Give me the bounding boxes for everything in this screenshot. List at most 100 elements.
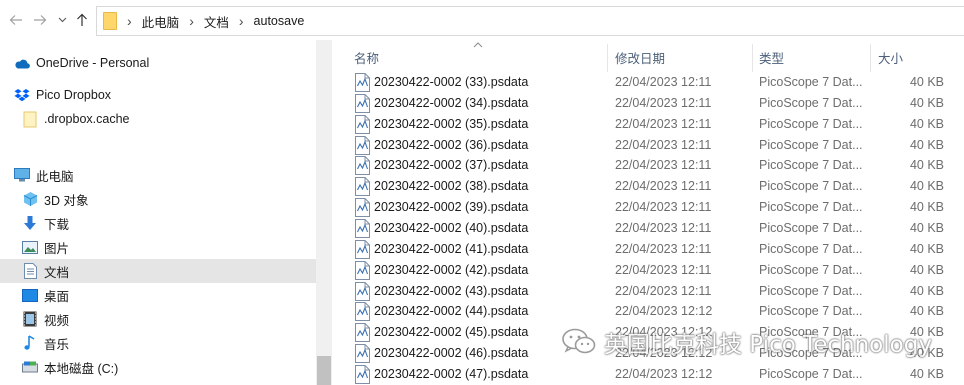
watermark-text: 英国比克科技 Pico Technology <box>604 332 932 358</box>
column-header-name[interactable]: 名称 <box>354 40 606 74</box>
file-type: PicoScope 7 Dat... <box>759 75 863 89</box>
nav-item-this-pc[interactable]: 此电脑 <box>14 163 314 187</box>
table-row[interactable]: 20230422-0002 (35).psdata 22/04/2023 12:1… <box>332 114 964 135</box>
nav-item-local-disk-c[interactable]: 本地磁盘 (C:) <box>22 355 314 379</box>
modified-date: 22/04/2023 12:11 <box>615 220 712 235</box>
table-row[interactable]: 20230422-0002 (47).psdata 22/04/2023 12:1… <box>332 364 964 385</box>
file-type: PicoScope 7 Dat... <box>759 200 863 215</box>
nav-item-desktop[interactable]: 桌面 <box>22 283 314 307</box>
modified-date: 22/04/2023 12:12 <box>615 366 713 381</box>
recent-locations-button[interactable] <box>56 10 68 30</box>
psdata-file-icon <box>355 156 370 176</box>
file-name: 20230422-0002 (38).psdata <box>374 179 529 194</box>
file-name: 20230422-0002 (44).psdata <box>374 304 529 319</box>
folder-icon <box>22 111 38 127</box>
column-header-type[interactable]: 类型 <box>759 40 869 74</box>
table-row[interactable]: 20230422-0002 (33).psdata 22/04/2023 12:1… <box>332 72 964 93</box>
nav-item-documents[interactable]: 文档 <box>0 259 316 283</box>
file-type: PicoScope 7 Dat... <box>759 116 863 131</box>
back-button[interactable] <box>8 10 24 30</box>
table-row[interactable]: 20230422-0002 (37).psdata 22/04/2023 12:1… <box>332 155 964 176</box>
modified-date: 22/04/2023 12:11 <box>615 137 712 152</box>
breadcrumb-this-pc[interactable]: 此电脑 <box>142 12 180 31</box>
nav-item-label: .dropbox.cache <box>44 112 130 126</box>
file-size: 40 KB <box>909 220 944 235</box>
breadcrumb-separator: › <box>127 13 132 29</box>
table-row[interactable]: 20230422-0002 (34).psdata 22/04/2023 12:1… <box>332 93 964 114</box>
nav-item-3d-objects[interactable]: 3D 对象 <box>22 187 314 211</box>
nav-item-label: 桌面 <box>44 289 70 304</box>
file-name: 20230422-0002 (33).psdata <box>374 75 529 89</box>
modified-date: 22/04/2023 12:11 <box>615 116 712 131</box>
file-size: 40 KB <box>909 366 944 381</box>
nav-item-downloads[interactable]: 下载 <box>22 211 314 235</box>
chevron-down-icon <box>58 17 66 23</box>
nav-item-onedrive[interactable]: OneDrive - Personal <box>14 51 314 75</box>
table-row[interactable]: 20230422-0002 (36).psdata 22/04/2023 12:1… <box>332 135 964 156</box>
nav-item-pictures[interactable]: 图片 <box>22 235 314 259</box>
psdata-file-icon <box>355 177 370 197</box>
modified-date: 22/04/2023 12:11 <box>615 179 712 194</box>
breadcrumb-autosave[interactable]: autosave <box>254 14 305 28</box>
column-header-size[interactable]: 大小 <box>878 40 958 74</box>
breadcrumb-documents[interactable]: 文档 <box>204 12 229 31</box>
column-header-label: 修改日期 <box>615 51 666 66</box>
address-bar: › 此电脑 › 文档 › autosave <box>0 0 964 40</box>
psdata-file-icon <box>355 93 370 113</box>
up-button[interactable] <box>74 10 90 30</box>
nav-item-pico-dropbox[interactable]: Pico Dropbox <box>14 83 314 107</box>
file-name: 20230422-0002 (37).psdata <box>374 158 529 173</box>
file-type: PicoScope 7 Dat... <box>759 262 863 277</box>
file-name: 20230422-0002 (40).psdata <box>374 220 529 235</box>
forward-button[interactable] <box>32 10 48 30</box>
documents-icon <box>22 263 38 279</box>
psdata-file-icon <box>355 323 370 343</box>
downloads-icon <box>22 215 38 231</box>
nav-item-label: 音乐 <box>44 337 70 352</box>
column-header-date[interactable]: 修改日期 <box>615 40 750 74</box>
arrow-right-icon <box>34 15 47 25</box>
file-size: 40 KB <box>909 137 944 152</box>
file-name: 20230422-0002 (34).psdata <box>374 95 529 110</box>
table-row[interactable]: 20230422-0002 (40).psdata 22/04/2023 12:1… <box>332 218 964 239</box>
nav-pane-scrollbar[interactable] <box>316 40 332 385</box>
navigation-pane: OneDrive - Personal Pico Dropbox .dropbo… <box>0 40 332 385</box>
column-divider[interactable] <box>752 44 753 72</box>
file-name: 20230422-0002 (35).psdata <box>374 116 529 131</box>
psdata-file-icon <box>355 302 370 322</box>
arrow-up-icon <box>77 13 87 26</box>
file-name: 20230422-0002 (39).psdata <box>374 200 529 215</box>
table-row[interactable]: 20230422-0002 (44).psdata 22/04/2023 12:1… <box>332 301 964 322</box>
folder-icon <box>103 12 117 30</box>
column-divider[interactable] <box>607 44 608 72</box>
watermark: 英国比克科技 Pico Technology <box>562 324 932 360</box>
column-divider[interactable] <box>870 44 871 72</box>
table-row[interactable]: 20230422-0002 (42).psdata 22/04/2023 12:1… <box>332 260 964 281</box>
file-name: 20230422-0002 (42).psdata <box>374 262 529 277</box>
nav-item-music[interactable]: 音乐 <box>22 331 314 355</box>
videos-icon <box>22 311 38 327</box>
breadcrumb-separator: › <box>189 13 194 29</box>
breadcrumb[interactable]: › 此电脑 › 文档 › autosave <box>96 6 964 36</box>
file-type: PicoScope 7 Dat... <box>759 220 863 235</box>
column-header-label: 类型 <box>759 51 785 66</box>
psdata-file-icon <box>355 198 370 218</box>
pictures-icon <box>22 239 38 255</box>
nav-item-dropbox-cache[interactable]: .dropbox.cache <box>22 107 314 131</box>
file-name: 20230422-0002 (47).psdata <box>374 366 529 381</box>
file-type: PicoScope 7 Dat... <box>759 179 863 194</box>
scrollbar-thumb[interactable] <box>317 356 331 385</box>
table-row[interactable]: 20230422-0002 (38).psdata 22/04/2023 12:1… <box>332 176 964 197</box>
nav-item-videos[interactable]: 视频 <box>22 307 314 331</box>
file-size: 40 KB <box>909 116 944 131</box>
table-row[interactable]: 20230422-0002 (41).psdata 22/04/2023 12:1… <box>332 239 964 260</box>
file-type: PicoScope 7 Dat... <box>759 137 863 152</box>
table-row[interactable]: 20230422-0002 (39).psdata 22/04/2023 12:1… <box>332 197 964 218</box>
psdata-file-icon <box>355 239 370 259</box>
arrow-left-icon <box>9 15 22 25</box>
modified-date: 22/04/2023 12:11 <box>615 75 712 89</box>
table-row[interactable]: 20230422-0002 (43).psdata 22/04/2023 12:1… <box>332 281 964 302</box>
psdata-file-icon <box>355 218 370 238</box>
column-header-label: 大小 <box>878 51 904 66</box>
file-type: PicoScope 7 Dat... <box>759 158 863 173</box>
